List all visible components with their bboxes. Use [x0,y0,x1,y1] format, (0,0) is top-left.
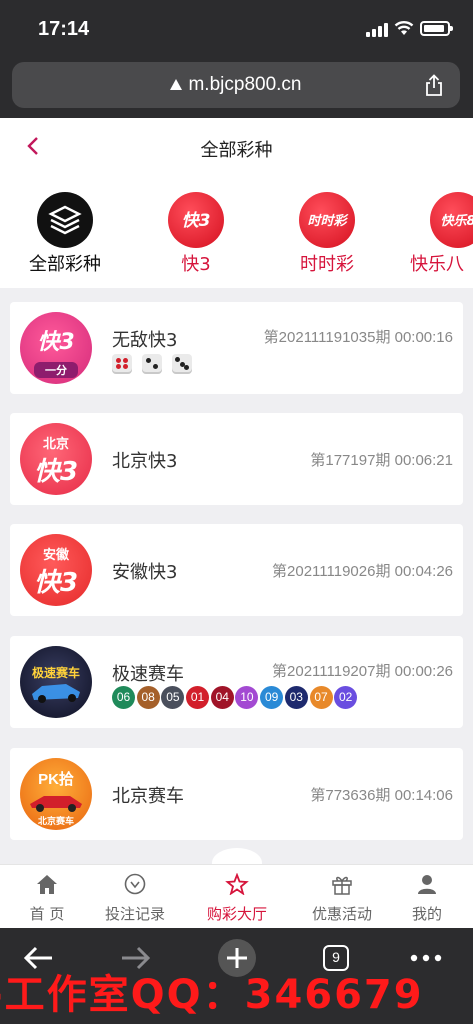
result-ball: 07 [309,686,333,709]
kuai3-logo-icon: 快3 一分 [20,312,92,384]
result-ball: 02 [334,686,358,709]
lottery-card[interactable]: 极速赛车 极速赛车 第20211119207期 00:00:26 06 08 05 0… [10,636,463,728]
layers-icon [37,192,93,248]
lottery-name: 北京快3 [112,451,178,472]
logo-text: 快3 [33,568,79,598]
lottery-period: 第177197期 00:06:21 [310,452,453,469]
lottery-name: 北京赛车 [112,786,184,807]
lottery-period: 第20211119026期 00:04:26 [272,563,453,580]
racing-car-logo-icon: 极速赛车 [20,646,92,718]
result-ball: 06 [112,686,135,709]
category-label: 时时彩 [300,254,354,275]
die-four-icon [112,354,132,374]
lottery-card[interactable]: 北京 快3 北京快3 第177197期 00:06:21 [10,413,463,505]
lottery-card[interactable]: 快3 一分 无敌快3 第20211119​1035期 00:00:16 [10,302,463,394]
lottery-name: 安徽快3 [112,562,178,583]
category-logo-text: 快乐8 [440,214,473,229]
tab-bet-records[interactable]: 投注记录 [88,873,182,924]
lottery-name: 极速赛车 [112,664,184,685]
lottery-name: 无敌快3 [112,330,178,351]
category-label: 快3 [181,254,211,275]
logo-text: 快3 [37,330,75,355]
category-kuai3[interactable]: 快3 快3 [136,192,256,276]
user-icon [418,875,436,894]
category-label: 全部彩种 [29,254,101,275]
gift-icon [332,876,352,895]
pk10-logo-icon: PK拾 北京赛车 [20,758,92,830]
category-kuaile8[interactable]: 快乐8 快乐八 [398,192,473,276]
anhui-kuai3-logo-icon: 安徽 快3 [20,534,92,606]
lottery-card[interactable]: PK拾 北京赛车 北京赛车 第773636期 00:14:06 [10,748,463,840]
status-time: 17:14 [38,18,90,40]
die-three-icon [172,354,193,374]
lottery-period: 第20211119207期 00:00:26 [272,663,453,680]
bottom-tab-bar: 首 页 投注记录 购彩大厅 优惠活动 我的 [0,864,473,928]
die-two-icon [142,354,163,374]
tab-mine[interactable]: 我的 [380,873,473,924]
result-ball: 04 [210,686,234,709]
tab-label: 投注记录 [104,905,165,923]
category-label: 快乐八 [410,254,464,275]
logo-subtext: 北京赛车 [37,817,74,827]
browser-address-area: m.bjcp800.cn [0,56,473,118]
result-ball: 01 [186,686,210,709]
result-ball: 03 [284,686,308,709]
address-bar[interactable]: m.bjcp800.cn [12,62,460,108]
lottery-period: 第773636期 00:14:06 [310,787,453,804]
result-ball: 05 [161,686,185,709]
lottery-card[interactable]: 安徽 快3 安徽快3 第20211119026期 00:04:26 [10,524,463,616]
logo-subtext: 北京 [42,437,69,452]
category-logo-text: 时时彩 [307,214,347,229]
kuaile8-logo-icon: 快乐8 [430,192,473,248]
record-icon [124,873,146,895]
category-shishicai[interactable]: 时时彩 时时彩 [267,192,387,276]
home-icon [37,875,57,894]
share-icon[interactable] [424,74,444,96]
wifi-icon [394,21,414,35]
race-result-balls: 06 08 05 01 04 10 09 03 07 02 [112,686,359,709]
battery-icon [420,21,453,36]
category-tabs: 全部彩种 快3 快3 时时彩 时时彩 快乐8 快乐八 [0,176,473,288]
status-bar: 17:14 [0,0,473,56]
page-content: 全部彩种 全部彩种 快3 快3 时时彩 时时彩 快乐8 快乐八 快3 一分 无敌… [0,118,473,864]
tab-label: 我的 [411,905,442,923]
tab-lottery-hall[interactable]: 购彩大厅 [190,872,284,924]
url-text: m.bjcp800.cn [188,74,302,95]
tab-promotions[interactable]: 优惠活动 [295,873,389,924]
category-all[interactable]: 全部彩种 [5,192,125,276]
tab-label: 首 页 [29,905,65,923]
page-title: 全部彩种 [200,140,273,161]
shishicai-logo-icon: 时时彩 [299,192,355,248]
url-display[interactable]: m.bjcp800.cn [12,74,460,96]
kuai3-logo-icon: 快3 [168,192,224,248]
category-logo-text: 快3 [181,211,211,231]
dice-result [112,354,197,378]
result-ball: 09 [260,686,284,709]
logo-subtext: 一分 [34,362,78,378]
logo-subtext: 安徽 [42,548,69,563]
star-icon [225,872,249,896]
logo-text: 快3 [33,457,79,487]
lottery-period: 第20211119​1035期 00:00:16 [263,329,453,346]
page-header: 全部彩种 [0,118,473,176]
watermark-text: -工作室QQ：346679 [0,972,424,1018]
result-ball: 10 [235,686,259,709]
result-ball: 08 [136,686,160,709]
tab-label: 优惠活动 [311,905,372,923]
tab-label: 购彩大厅 [206,905,267,923]
beijing-kuai3-logo-icon: 北京 快3 [20,423,92,495]
warning-icon [170,79,183,90]
tab-home[interactable]: 首 页 [0,873,94,924]
signal-icon [366,23,388,37]
